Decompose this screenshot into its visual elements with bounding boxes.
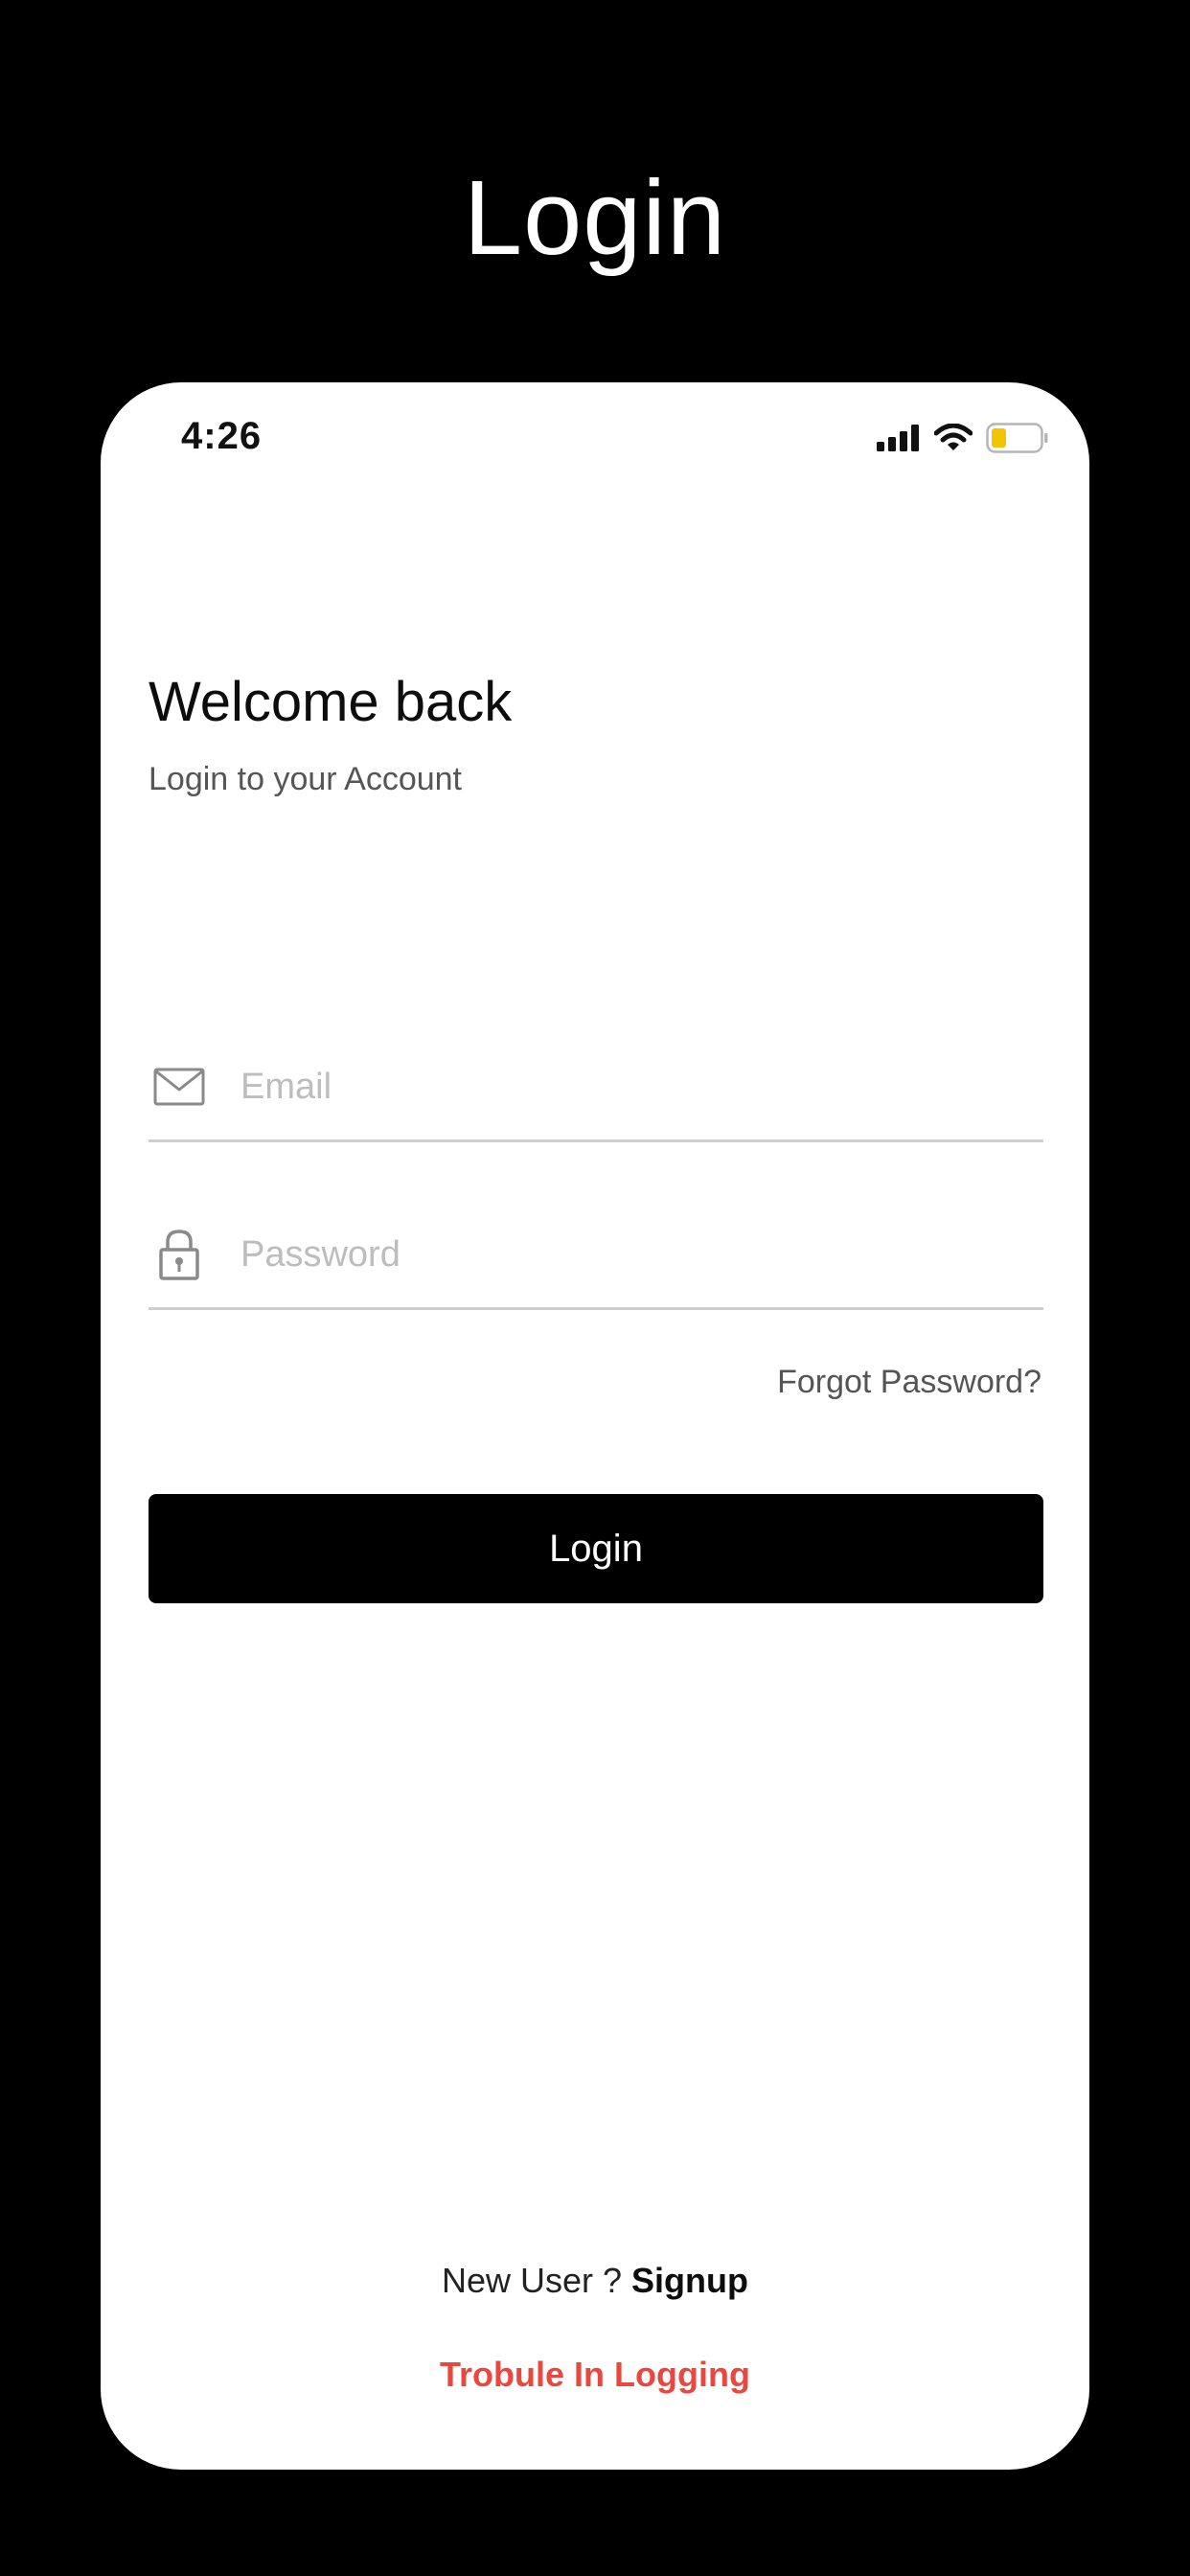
page-title: Login: [463, 159, 727, 277]
wifi-icon: [933, 423, 973, 457]
welcome-heading: Welcome back: [149, 671, 513, 733]
email-field[interactable]: [149, 1034, 1043, 1142]
signup-link[interactable]: Signup: [631, 2261, 748, 2300]
password-input[interactable]: [239, 1232, 1028, 1276]
mail-icon: [152, 1060, 206, 1114]
new-user-label: New User ?: [441, 2261, 623, 2300]
page: Login 4:26 Welcome back Login to your Ac…: [0, 0, 1190, 2576]
signup-row: New User ? Signup: [101, 2261, 1089, 2301]
forgot-password-link[interactable]: Forgot Password?: [777, 1364, 1041, 1401]
battery-icon: [986, 423, 1049, 458]
login-button[interactable]: Login: [149, 1494, 1043, 1603]
status-time: 4:26: [181, 415, 263, 457]
lock-icon: [152, 1228, 206, 1281]
email-input[interactable]: [239, 1065, 1028, 1109]
status-icons: [877, 423, 1049, 458]
phone-screen: 4:26 Welcome back Login to your Account …: [101, 382, 1089, 2470]
trouble-logging-link[interactable]: Trobule In Logging: [101, 2355, 1089, 2395]
signal-icon: [877, 425, 921, 456]
password-field[interactable]: [149, 1202, 1043, 1310]
login-subtitle: Login to your Account: [149, 761, 463, 797]
